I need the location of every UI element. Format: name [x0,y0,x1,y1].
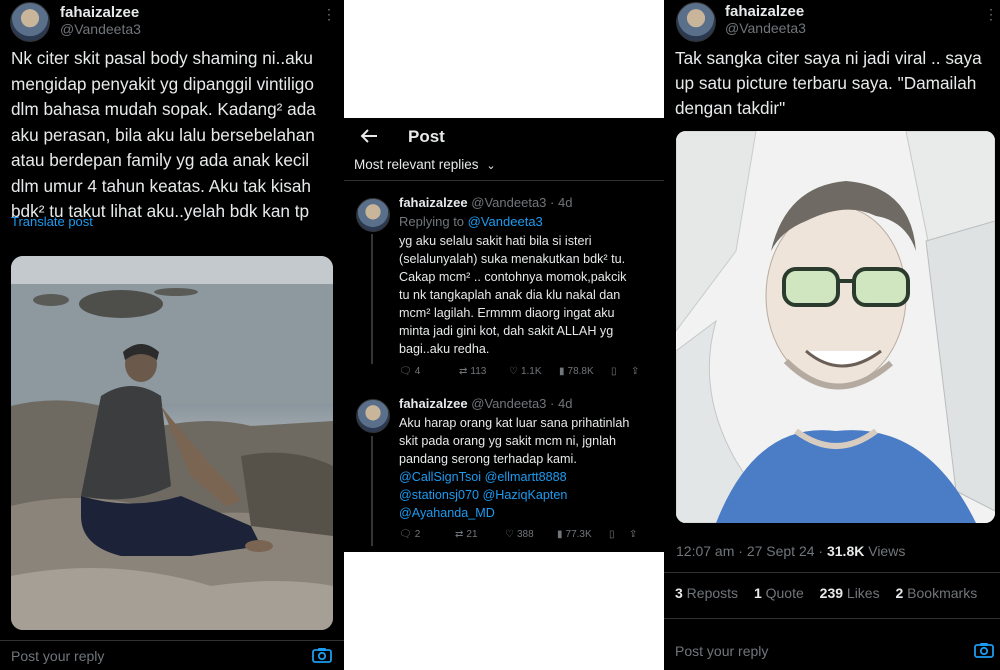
selfie-image [676,131,995,523]
like-count: 1.1K [520,366,542,377]
quotes-stat[interactable]: 1 Quote [754,585,810,601]
mention-link[interactable]: @Vandeeta3 [468,214,543,229]
views-count: 31.8K [826,543,865,559]
likes-label: Likes [843,585,880,601]
repost-icon: ⇄ [455,529,464,540]
avatar[interactable] [10,2,50,42]
quotes-label: Quote [761,585,804,601]
post-meta: 12:07 am · 27 Sept 24 · 31.8K Views [676,543,905,559]
bookmark-icon[interactable]: ▯ [611,366,631,377]
chart-icon: ▮ [557,529,563,540]
replies-panel: Post Most relevant replies ⌄ fahaizalzee… [344,118,664,552]
thread-line [371,234,373,364]
reposts-label: Reposts [682,585,739,601]
reply-count: 2 [414,529,421,540]
likes-stat[interactable]: 239 Likes [820,585,886,601]
username[interactable]: fahaizalzee [399,195,468,210]
comment-icon: 🗨︎ [399,529,412,540]
post-text: Nk citer skit pasal body shaming ni..aku… [11,48,316,221]
translate-post-link[interactable]: Translate post [11,214,93,229]
comment-icon: 🗨︎ [399,366,412,377]
quotes-count: 1 [753,585,762,601]
more-options-icon[interactable]: ⋮ [322,7,336,21]
share-icon[interactable]: ⇪ [631,366,639,377]
camera-icon[interactable] [312,647,332,663]
back-arrow-icon[interactable] [360,128,378,144]
reply-header: fahaizalzee @Vandeeta3 · 4d [399,396,572,411]
reply-action[interactable]: 🗨︎ 4 [399,366,459,377]
mention-links-line[interactable]: @stationsj070 @HaziqKapten [399,486,567,504]
mention-links-line[interactable]: @Ayahanda_MD [399,504,495,522]
reply-time: · 4d [550,195,573,210]
avatar[interactable] [676,2,716,42]
views-label: Views [864,543,906,559]
user-handle[interactable]: @Vandeeta3 [471,195,546,210]
sort-dropdown[interactable]: Most relevant replies ⌄ [354,157,496,172]
reply-count: 4 [414,366,421,377]
post-photo[interactable] [676,131,995,523]
share-icon[interactable]: ⇪ [629,529,637,540]
repost-action[interactable]: ⇄ 113 [459,366,509,377]
thread-line [371,436,373,546]
reply-actions: 🗨︎ 4 ⇄ 113 ♡ 1.1K ▮ 78.8K ▯ ⇪ [399,366,639,377]
reposts-count: 3 [675,585,683,601]
username[interactable]: fahaizalzee [725,3,804,20]
replying-prefix: Replying to [399,214,468,229]
mention-links-line[interactable]: @CallSignTsoi @ellmartt8888 [399,468,567,486]
views-action[interactable]: ▮ 78.8K [559,366,611,377]
username[interactable]: fahaizalzee [60,4,139,21]
heart-icon: ♡ [509,366,518,377]
reply-text: yg aku selalu sakit hati bila si isteri … [399,234,627,356]
reposts-stat[interactable]: 3 Reposts [675,585,744,601]
view-count: 77.3K [565,529,592,540]
like-action[interactable]: ♡ 1.1K [509,366,559,377]
bookmark-icon[interactable]: ▯ [609,529,629,540]
reply-text: Aku harap orang kat luar sana prihatinla… [399,416,630,466]
sort-label: Most relevant replies [354,157,479,172]
heart-icon: ♡ [505,529,514,540]
reply-actions: 🗨︎ 2 ⇄ 21 ♡ 388 ▮ 77.3K ▯ ⇪ [399,529,637,540]
user-handle[interactable]: @Vandeeta3 [60,21,141,37]
post-text: Tak sangka citer saya ni jadi viral .. s… [675,48,982,118]
bookmarks-label: Bookmarks [903,585,978,601]
replying-to: Replying to @Vandeeta3 [399,214,543,229]
repost-action[interactable]: ⇄ 21 [455,529,505,540]
views-action[interactable]: ▮ 77.3K [557,529,609,540]
engagement-stats: 3 Reposts 1 Quote 239 Likes 2 Bookmarks [675,585,989,601]
avatar[interactable] [356,198,390,232]
beach-scene-image [11,256,333,630]
divider [664,618,1000,619]
reply-header: fahaizalzee @Vandeeta3 · 4d [399,195,572,210]
user-handle[interactable]: @Vandeeta3 [471,396,546,411]
post-timestamp[interactable]: 12:07 am · 27 Sept 24 · [676,543,827,559]
divider [0,640,344,641]
like-action[interactable]: ♡ 388 [505,529,557,540]
left-post-panel: fahaizalzee @Vandeeta3 ⋮ Nk citer skit p… [0,0,344,670]
repost-count: 21 [466,529,478,540]
view-count: 78.8K [567,366,594,377]
more-options-icon[interactable]: ⋮ [984,7,998,21]
page-title: Post [408,127,445,146]
reply-time: · 4d [550,396,573,411]
camera-icon[interactable] [974,642,994,658]
reply-action[interactable]: 🗨︎ 2 [399,529,455,540]
right-post-panel: fahaizalzee @Vandeeta3 ⋮ Tak sangka cite… [664,0,1000,670]
post-photo[interactable] [11,256,333,630]
avatar[interactable] [356,399,390,433]
username[interactable]: fahaizalzee [399,396,468,411]
repost-icon: ⇄ [459,366,468,377]
user-handle[interactable]: @Vandeeta3 [725,20,806,36]
reply-input[interactable]: Post your reply [11,648,104,664]
bookmarks-stat[interactable]: 2 Bookmarks [895,585,983,601]
repost-count: 113 [470,366,487,377]
likes-count: 239 [819,585,844,601]
divider [664,572,1000,573]
divider [344,180,664,181]
like-count: 388 [516,529,534,540]
chart-icon: ▮ [559,366,565,377]
reply-input[interactable]: Post your reply [675,643,768,659]
